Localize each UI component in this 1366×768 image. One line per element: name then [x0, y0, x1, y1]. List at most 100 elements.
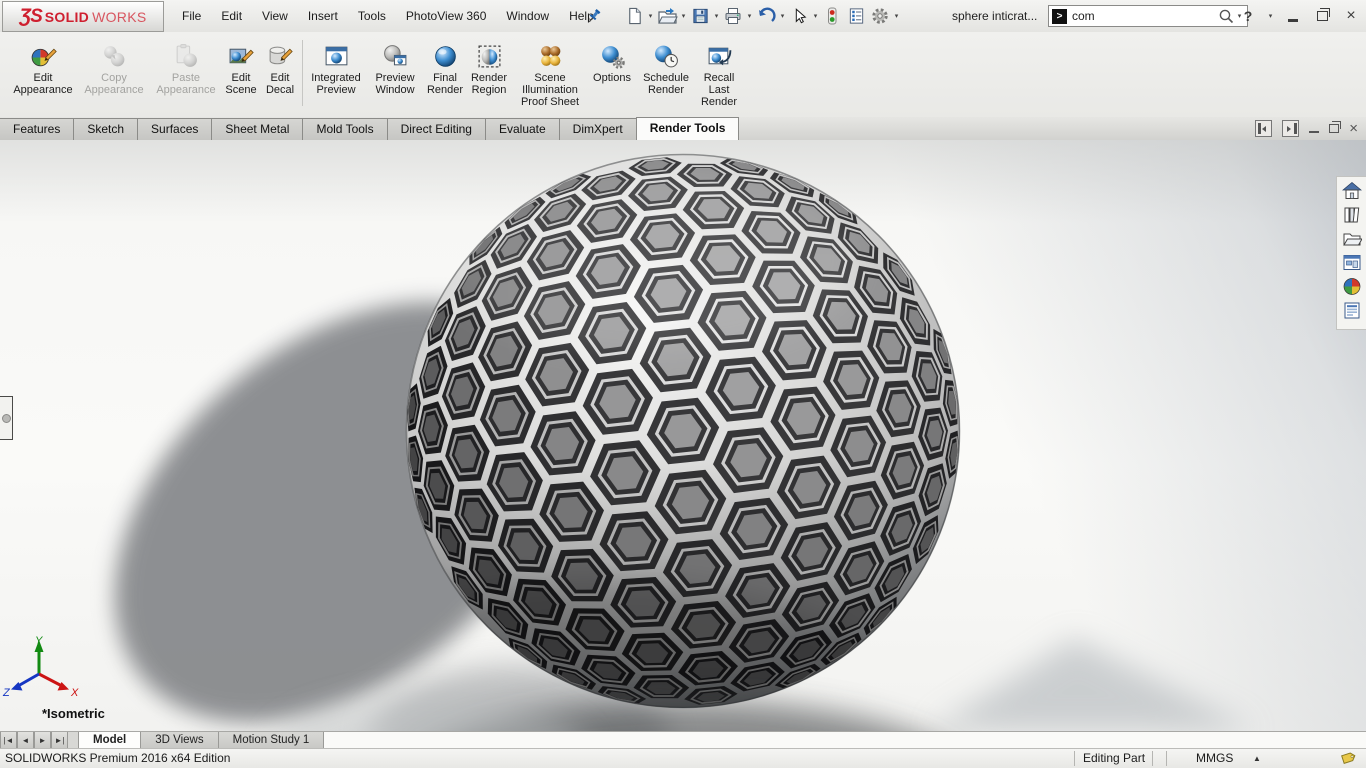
button-label: Region — [472, 84, 507, 96]
print-button[interactable] — [722, 5, 744, 27]
button-label: Render — [427, 84, 463, 96]
schedule-render-button[interactable]: Schedule Render — [638, 38, 694, 96]
menu-photoview360[interactable]: PhotoView 360 — [396, 0, 497, 32]
viewport-canvas[interactable] — [0, 140, 1366, 731]
select-cursor-button[interactable] — [788, 5, 810, 27]
tab-nav-prev-button[interactable]: ◄ — [17, 732, 34, 749]
product-edition-label: SOLIDWORKS Premium 2016 x64 Edition — [5, 749, 230, 768]
collapse-right-pane-button[interactable] — [1282, 120, 1299, 137]
tab-motion-study-1[interactable]: Motion Study 1 — [219, 732, 325, 749]
tab-nav-first-button[interactable]: |◄ — [0, 732, 17, 749]
edit-scene-icon — [228, 38, 255, 72]
tab-direct-editing[interactable]: Direct Editing — [387, 118, 486, 140]
button-label: Recall — [704, 72, 735, 84]
search-icon[interactable] — [1218, 8, 1235, 25]
xpert-options-icon[interactable] — [845, 5, 867, 27]
close-button[interactable]: × — [1340, 6, 1362, 26]
preview-window-button[interactable]: Preview Window — [368, 38, 422, 96]
orientation-triad: Y X Z — [2, 634, 82, 700]
doc-close-button[interactable]: × — [1349, 122, 1358, 136]
button-label: Proof Sheet — [521, 96, 579, 108]
home-icon[interactable] — [1339, 179, 1364, 202]
units-selector[interactable]: MMGS — [1196, 749, 1233, 768]
doc-restore-button[interactable] — [1329, 124, 1339, 133]
save-dropdown-chevron[interactable]: ▾ — [712, 12, 721, 20]
options-gear-icon[interactable] — [869, 5, 891, 27]
open-button[interactable] — [656, 5, 678, 27]
editing-mode-label: Editing Part — [1083, 749, 1145, 768]
file-explorer-icon[interactable] — [1339, 227, 1364, 250]
select-dropdown-chevron[interactable]: ▾ — [811, 12, 820, 20]
recall-last-render-button[interactable]: Recall Last Render — [696, 38, 742, 108]
minimize-button[interactable] — [1282, 6, 1304, 26]
button-label: Options — [593, 72, 631, 84]
status-bar: SOLIDWORKS Premium 2016 x64 Edition Edit… — [0, 748, 1366, 768]
edit-scene-button[interactable]: Edit Scene — [222, 38, 260, 96]
new-document-button[interactable] — [623, 5, 645, 27]
graphics-viewport: Y X Z *Isometric — [0, 140, 1366, 731]
help-button[interactable]: ? — [1237, 6, 1259, 26]
tab-model[interactable]: Model — [78, 732, 141, 749]
tab-nav-last-button[interactable]: ►| — [51, 732, 68, 749]
tab-mold-tools[interactable]: Mold Tools — [302, 118, 387, 140]
edit-appearance-button[interactable]: Edit Appearance — [10, 38, 76, 96]
command-manager-tabs: FeaturesSketchSurfacesSheet MetalMold To… — [0, 117, 1366, 141]
undo-button[interactable] — [755, 5, 777, 27]
doc-minimize-button[interactable] — [1309, 131, 1319, 134]
menu-insert[interactable]: Insert — [298, 0, 348, 32]
feature-tree-collapse-tab[interactable] — [0, 396, 13, 440]
new-dropdown-chevron[interactable]: ▾ — [646, 12, 655, 20]
tab-features[interactable]: Features — [0, 118, 74, 140]
menu-view[interactable]: View — [252, 0, 298, 32]
view-palette-icon[interactable] — [1339, 251, 1364, 274]
integrated-preview-button[interactable]: Integrated Preview — [306, 38, 366, 96]
button-label: Window — [375, 84, 414, 96]
restore-button[interactable] — [1311, 6, 1333, 26]
custom-properties-icon[interactable] — [1339, 299, 1364, 322]
edit-decal-button[interactable]: Edit Decal — [262, 38, 298, 96]
search-command-icon: > — [1052, 9, 1067, 24]
tab-surfaces[interactable]: Surfaces — [137, 118, 212, 140]
pin-menu-icon[interactable] — [585, 7, 603, 25]
menu-edit[interactable]: Edit — [211, 0, 252, 32]
window-controls: ? ▾ × — [1237, 0, 1362, 32]
search-commands-box[interactable]: > com ▾ — [1048, 5, 1248, 27]
final-render-button[interactable]: Final Render — [424, 38, 466, 96]
view-orientation-label: *Isometric — [42, 706, 105, 721]
help-dropdown-chevron[interactable]: ▾ — [1266, 12, 1275, 20]
schedule-render-icon — [653, 38, 680, 72]
menu-tools[interactable]: Tools — [348, 0, 396, 32]
tab-sheet-metal[interactable]: Sheet Metal — [211, 118, 303, 140]
appearances-scenes-icon[interactable] — [1339, 275, 1364, 298]
save-button[interactable] — [689, 5, 711, 27]
tag-icon[interactable] — [1339, 751, 1357, 768]
search-input[interactable]: com — [1072, 9, 1218, 23]
tab-3d-views[interactable]: 3D Views — [141, 732, 218, 749]
tab-evaluate[interactable]: Evaluate — [485, 118, 560, 140]
button-label: Appearance — [84, 84, 143, 96]
open-dropdown-chevron[interactable]: ▾ — [679, 12, 688, 20]
recall-last-render-icon — [706, 38, 733, 72]
paste-appearance-button: Paste Appearance — [152, 38, 220, 96]
options-button[interactable]: Options — [588, 38, 636, 84]
gear-dropdown-chevron[interactable]: ▾ — [892, 12, 901, 20]
preview-window-icon — [382, 38, 409, 72]
button-label: Illumination — [522, 84, 578, 96]
tab-dimxpert[interactable]: DimXpert — [559, 118, 637, 140]
button-label: Scene — [534, 72, 565, 84]
menu-file[interactable]: File — [172, 0, 211, 32]
render-region-button[interactable]: Render Region — [466, 38, 512, 96]
menu-bar: File Edit View Insert Tools PhotoView 36… — [172, 0, 604, 32]
tab-sketch[interactable]: Sketch — [73, 118, 138, 140]
tab-render-tools[interactable]: Render Tools — [636, 117, 740, 140]
units-dropdown-arrow[interactable]: ▲ — [1253, 749, 1261, 768]
scene-illumination-proof-sheet-button[interactable]: Scene Illumination Proof Sheet — [514, 38, 586, 108]
undo-dropdown-chevron[interactable]: ▾ — [778, 12, 787, 20]
collapse-left-pane-button[interactable] — [1255, 120, 1272, 137]
menu-window[interactable]: Window — [496, 0, 559, 32]
rebuild-traffic-light-icon[interactable] — [821, 5, 843, 27]
print-dropdown-chevron[interactable]: ▾ — [745, 12, 754, 20]
status-separator — [1152, 751, 1153, 766]
tab-nav-next-button[interactable]: ► — [34, 732, 51, 749]
design-library-icon[interactable] — [1339, 203, 1364, 226]
